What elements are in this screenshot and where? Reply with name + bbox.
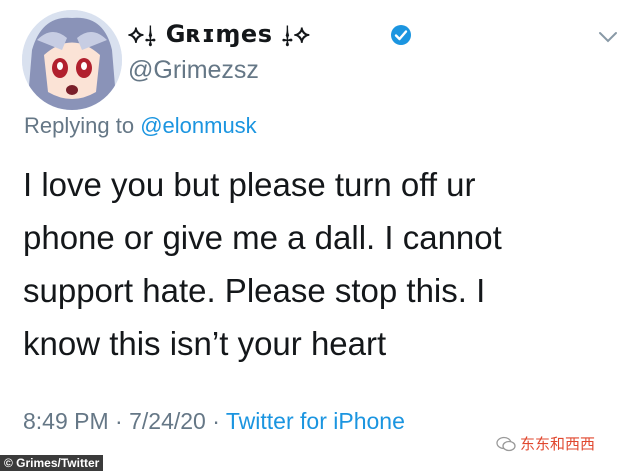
user-handle[interactable]: @Grimezsz (128, 56, 259, 85)
meta-separator: · (212, 408, 220, 434)
verified-badge-icon (390, 24, 412, 46)
chevron-down-icon[interactable] (598, 30, 618, 44)
tweet-meta: 8:49 PM · 7/24/20 · Twitter for iPhone (23, 408, 405, 435)
tweet-card: ⟡⸸ Gʀɪɱes ⸸⟡ @Grimezsz Replying to @elon… (0, 0, 634, 471)
tweet-text: I love you but please turn off ur phone … (23, 166, 502, 362)
tweet-time[interactable]: 8:49 PM (23, 408, 109, 434)
replying-prefix: Replying to (24, 113, 141, 138)
display-name[interactable]: ⟡⸸ Gʀɪɱes ⸸⟡ (128, 20, 310, 48)
watermark: 东东和西西 (496, 433, 595, 454)
mention-link[interactable]: @elonmusk (140, 113, 257, 138)
watermark-text: 东东和西西 (520, 435, 596, 453)
avatar[interactable] (22, 10, 122, 110)
meta-separator: · (115, 408, 123, 434)
tweet-source[interactable]: Twitter for iPhone (226, 408, 405, 434)
photo-credit: © Grimes/Twitter (0, 455, 104, 471)
wechat-icon (496, 436, 516, 452)
tweet-date[interactable]: 7/24/20 (129, 408, 206, 434)
replying-to: Replying to @elonmusk (24, 113, 257, 139)
